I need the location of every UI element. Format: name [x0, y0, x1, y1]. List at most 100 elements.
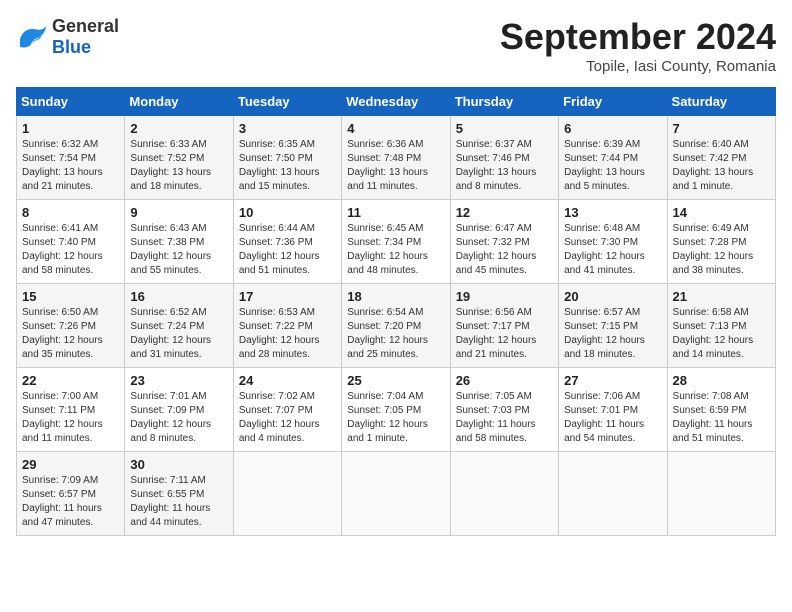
weekday-header-thursday: Thursday: [450, 88, 558, 116]
weekday-header-row: SundayMondayTuesdayWednesdayThursdayFrid…: [17, 88, 776, 116]
day-info: Sunrise: 7:04 AM Sunset: 7:05 PM Dayligh…: [347, 390, 444, 446]
calendar-cell: 1 Sunrise: 6:32 AM Sunset: 7:54 PM Daylig…: [17, 116, 125, 200]
day-number: 4: [347, 121, 444, 136]
calendar-cell: 16Sunrise: 6:52 AM Sunset: 7:24 PM Dayli…: [125, 284, 233, 368]
day-info: Sunrise: 6:43 AM Sunset: 7:38 PM Dayligh…: [130, 222, 227, 278]
day-info: Sunrise: 6:47 AM Sunset: 7:32 PM Dayligh…: [456, 222, 553, 278]
day-number: 27: [564, 373, 661, 388]
day-number: 29: [22, 457, 119, 472]
calendar-cell: 24 Sunrise: 7:02 AM Sunset: 7:07 PM Dayli…: [233, 368, 341, 452]
week-row-2: 8 Sunrise: 6:41 AM Sunset: 7:40 PM Daylig…: [17, 200, 776, 284]
calendar-cell: 12 Sunrise: 6:47 AM Sunset: 7:32 PM Dayli…: [450, 200, 558, 284]
day-number: 21: [673, 289, 770, 304]
day-info: Sunrise: 6:37 AM Sunset: 7:46 PM Dayligh…: [456, 138, 553, 194]
calendar-cell: 29 Sunrise: 7:09 AM Sunset: 6:57 PM Dayli…: [17, 452, 125, 536]
day-number: 14: [673, 205, 770, 220]
calendar-cell: [667, 452, 775, 536]
day-info: Sunrise: 6:57 AM Sunset: 7:15 PM Dayligh…: [564, 306, 661, 362]
calendar-cell: 7 Sunrise: 6:40 AM Sunset: 7:42 PM Daylig…: [667, 116, 775, 200]
calendar-cell: 25 Sunrise: 7:04 AM Sunset: 7:05 PM Dayli…: [342, 368, 450, 452]
day-number: 17: [239, 289, 336, 304]
logo-general: General: [52, 16, 119, 36]
day-number: 28: [673, 373, 770, 388]
weekday-header-friday: Friday: [559, 88, 667, 116]
calendar-cell: 2Sunrise: 6:33 AM Sunset: 7:52 PM Daylig…: [125, 116, 233, 200]
day-info: Sunrise: 6:49 AM Sunset: 7:28 PM Dayligh…: [673, 222, 770, 278]
calendar-cell: 15 Sunrise: 6:50 AM Sunset: 7:26 PM Dayli…: [17, 284, 125, 368]
calendar-cell: 6 Sunrise: 6:39 AM Sunset: 7:44 PM Daylig…: [559, 116, 667, 200]
page-header: General Blue September 2024 Topile, Iasi…: [16, 16, 776, 75]
day-info: Sunrise: 6:50 AM Sunset: 7:26 PM Dayligh…: [22, 306, 119, 362]
day-number: 6: [564, 121, 661, 136]
day-number: 26: [456, 373, 553, 388]
calendar-cell: 8 Sunrise: 6:41 AM Sunset: 7:40 PM Daylig…: [17, 200, 125, 284]
day-info: Sunrise: 6:39 AM Sunset: 7:44 PM Dayligh…: [564, 138, 661, 194]
title-area: September 2024 Topile, Iasi County, Roma…: [500, 16, 776, 75]
logo-text: General Blue: [52, 16, 119, 58]
calendar-cell: 30 Sunrise: 7:11 AM Sunset: 6:55 PM Dayli…: [125, 452, 233, 536]
day-number: 12: [456, 205, 553, 220]
day-info: Sunrise: 6:54 AM Sunset: 7:20 PM Dayligh…: [347, 306, 444, 362]
day-number: 8: [22, 205, 119, 220]
calendar-cell: 9Sunrise: 6:43 AM Sunset: 7:38 PM Daylig…: [125, 200, 233, 284]
day-number: 19: [456, 289, 553, 304]
day-number: 23: [130, 373, 227, 388]
calendar-cell: 27 Sunrise: 7:06 AM Sunset: 7:01 PM Dayli…: [559, 368, 667, 452]
day-number: 1: [22, 121, 119, 136]
day-number: 15: [22, 289, 119, 304]
day-info: Sunrise: 7:06 AM Sunset: 7:01 PM Dayligh…: [564, 390, 661, 446]
day-info: Sunrise: 6:44 AM Sunset: 7:36 PM Dayligh…: [239, 222, 336, 278]
day-number: 20: [564, 289, 661, 304]
calendar-cell: 3Sunrise: 6:35 AM Sunset: 7:50 PM Daylig…: [233, 116, 341, 200]
calendar-cell: 4 Sunrise: 6:36 AM Sunset: 7:48 PM Daylig…: [342, 116, 450, 200]
calendar-cell: [559, 452, 667, 536]
day-number: 13: [564, 205, 661, 220]
day-number: 7: [673, 121, 770, 136]
weekday-header-sunday: Sunday: [17, 88, 125, 116]
day-info: Sunrise: 6:36 AM Sunset: 7:48 PM Dayligh…: [347, 138, 444, 194]
day-number: 10: [239, 205, 336, 220]
weekday-header-saturday: Saturday: [667, 88, 775, 116]
calendar-cell: 20 Sunrise: 6:57 AM Sunset: 7:15 PM Dayli…: [559, 284, 667, 368]
day-info: Sunrise: 7:09 AM Sunset: 6:57 PM Dayligh…: [22, 474, 119, 530]
calendar-cell: 10 Sunrise: 6:44 AM Sunset: 7:36 PM Dayli…: [233, 200, 341, 284]
day-info: Sunrise: 7:11 AM Sunset: 6:55 PM Dayligh…: [130, 474, 227, 530]
calendar-cell: 14 Sunrise: 6:49 AM Sunset: 7:28 PM Dayli…: [667, 200, 775, 284]
location-subtitle: Topile, Iasi County, Romania: [500, 58, 776, 75]
day-info: Sunrise: 7:05 AM Sunset: 7:03 PM Dayligh…: [456, 390, 553, 446]
day-info: Sunrise: 7:02 AM Sunset: 7:07 PM Dayligh…: [239, 390, 336, 446]
day-info: Sunrise: 6:45 AM Sunset: 7:34 PM Dayligh…: [347, 222, 444, 278]
week-row-1: 1 Sunrise: 6:32 AM Sunset: 7:54 PM Daylig…: [17, 116, 776, 200]
calendar-cell: 23 Sunrise: 7:01 AM Sunset: 7:09 PM Dayli…: [125, 368, 233, 452]
calendar-cell: 19 Sunrise: 6:56 AM Sunset: 7:17 PM Dayli…: [450, 284, 558, 368]
calendar-cell: [233, 452, 341, 536]
calendar-cell: 5Sunrise: 6:37 AM Sunset: 7:46 PM Daylig…: [450, 116, 558, 200]
day-number: 11: [347, 205, 444, 220]
day-number: 25: [347, 373, 444, 388]
day-info: Sunrise: 6:32 AM Sunset: 7:54 PM Dayligh…: [22, 138, 119, 194]
logo: General Blue: [16, 16, 119, 58]
calendar-cell: 22Sunrise: 7:00 AM Sunset: 7:11 PM Dayli…: [17, 368, 125, 452]
weekday-header-wednesday: Wednesday: [342, 88, 450, 116]
day-info: Sunrise: 6:56 AM Sunset: 7:17 PM Dayligh…: [456, 306, 553, 362]
day-info: Sunrise: 7:01 AM Sunset: 7:09 PM Dayligh…: [130, 390, 227, 446]
day-info: Sunrise: 6:52 AM Sunset: 7:24 PM Dayligh…: [130, 306, 227, 362]
day-info: Sunrise: 7:08 AM Sunset: 6:59 PM Dayligh…: [673, 390, 770, 446]
calendar-cell: 13 Sunrise: 6:48 AM Sunset: 7:30 PM Dayli…: [559, 200, 667, 284]
day-number: 24: [239, 373, 336, 388]
calendar-cell: 11 Sunrise: 6:45 AM Sunset: 7:34 PM Dayli…: [342, 200, 450, 284]
weekday-header-tuesday: Tuesday: [233, 88, 341, 116]
day-info: Sunrise: 7:00 AM Sunset: 7:11 PM Dayligh…: [22, 390, 119, 446]
week-row-5: 29 Sunrise: 7:09 AM Sunset: 6:57 PM Dayli…: [17, 452, 776, 536]
calendar-cell: 17Sunrise: 6:53 AM Sunset: 7:22 PM Dayli…: [233, 284, 341, 368]
calendar-cell: 18Sunrise: 6:54 AM Sunset: 7:20 PM Dayli…: [342, 284, 450, 368]
day-info: Sunrise: 6:40 AM Sunset: 7:42 PM Dayligh…: [673, 138, 770, 194]
logo-icon: [16, 23, 48, 51]
week-row-3: 15 Sunrise: 6:50 AM Sunset: 7:26 PM Dayli…: [17, 284, 776, 368]
day-info: Sunrise: 6:41 AM Sunset: 7:40 PM Dayligh…: [22, 222, 119, 278]
day-info: Sunrise: 6:35 AM Sunset: 7:50 PM Dayligh…: [239, 138, 336, 194]
day-info: Sunrise: 6:33 AM Sunset: 7:52 PM Dayligh…: [130, 138, 227, 194]
month-title: September 2024: [500, 16, 776, 58]
day-number: 30: [130, 457, 227, 472]
day-info: Sunrise: 6:48 AM Sunset: 7:30 PM Dayligh…: [564, 222, 661, 278]
